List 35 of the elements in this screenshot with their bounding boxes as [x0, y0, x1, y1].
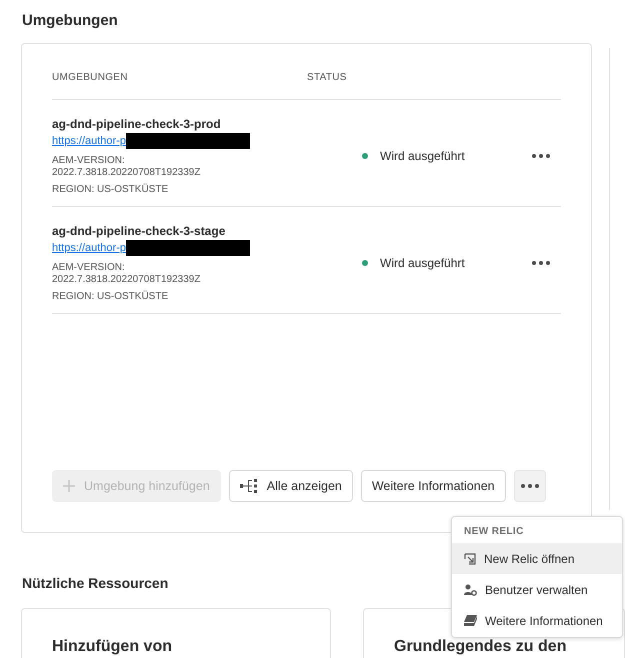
region-text: REGION: US-OSTKÜSTE: [52, 291, 170, 302]
environment-name: ag-dnd-pipeline-check-3-stage: [52, 224, 226, 238]
status-text: Wird ausgeführt: [380, 256, 465, 270]
menu-item[interactable]: New Relic öffnen: [452, 543, 622, 574]
more-button[interactable]: [514, 470, 546, 502]
tree-icon: [240, 479, 258, 493]
environment-name: ag-dnd-pipeline-check-3-prod: [52, 117, 222, 131]
environment-link[interactable]: https://author-p: [52, 135, 126, 147]
plus-icon: [63, 480, 75, 492]
menu-heading: NEW RELIC: [463, 525, 525, 539]
more-actions-button[interactable]: [532, 261, 550, 265]
column-header: UMGEBUNGEN: [52, 72, 129, 83]
menu-item[interactable]: Weitere Informationen: [452, 605, 622, 636]
more-icon: [520, 484, 539, 488]
more-actions-button[interactable]: [532, 154, 550, 158]
section-title: Nützliche Ressourcen: [22, 575, 168, 591]
user-gear-icon: [464, 584, 477, 596]
version-value: 2022.7.3818.20220708T192339Z: [52, 167, 202, 179]
book-icon: [464, 615, 477, 626]
more-icon: [532, 261, 550, 265]
card-title: Hinzufügen von: [52, 638, 172, 655]
status-text: Wird ausgeführt: [380, 149, 465, 163]
environment-link[interactable]: https://author-p: [52, 242, 126, 254]
more-icon: [532, 154, 550, 158]
version-label: AEM-VERSION:: [52, 262, 126, 274]
section-title: Umgebungen: [22, 12, 119, 29]
card-title: Grundlegendes zu den: [394, 638, 566, 655]
version-label: AEM-VERSION:: [52, 155, 126, 167]
action-button[interactable]: Alle anzeigen: [228, 470, 353, 502]
menu-item[interactable]: Benutzer verwalten: [452, 574, 622, 605]
region-text: REGION: US-OSTKÜSTE: [52, 184, 170, 195]
column-header: STATUS: [307, 72, 348, 83]
version-value: 2022.7.3818.20220708T192339Z: [52, 274, 202, 286]
action-button[interactable]: Weitere Informationen: [360, 470, 506, 502]
open-link-icon: [464, 552, 476, 564]
